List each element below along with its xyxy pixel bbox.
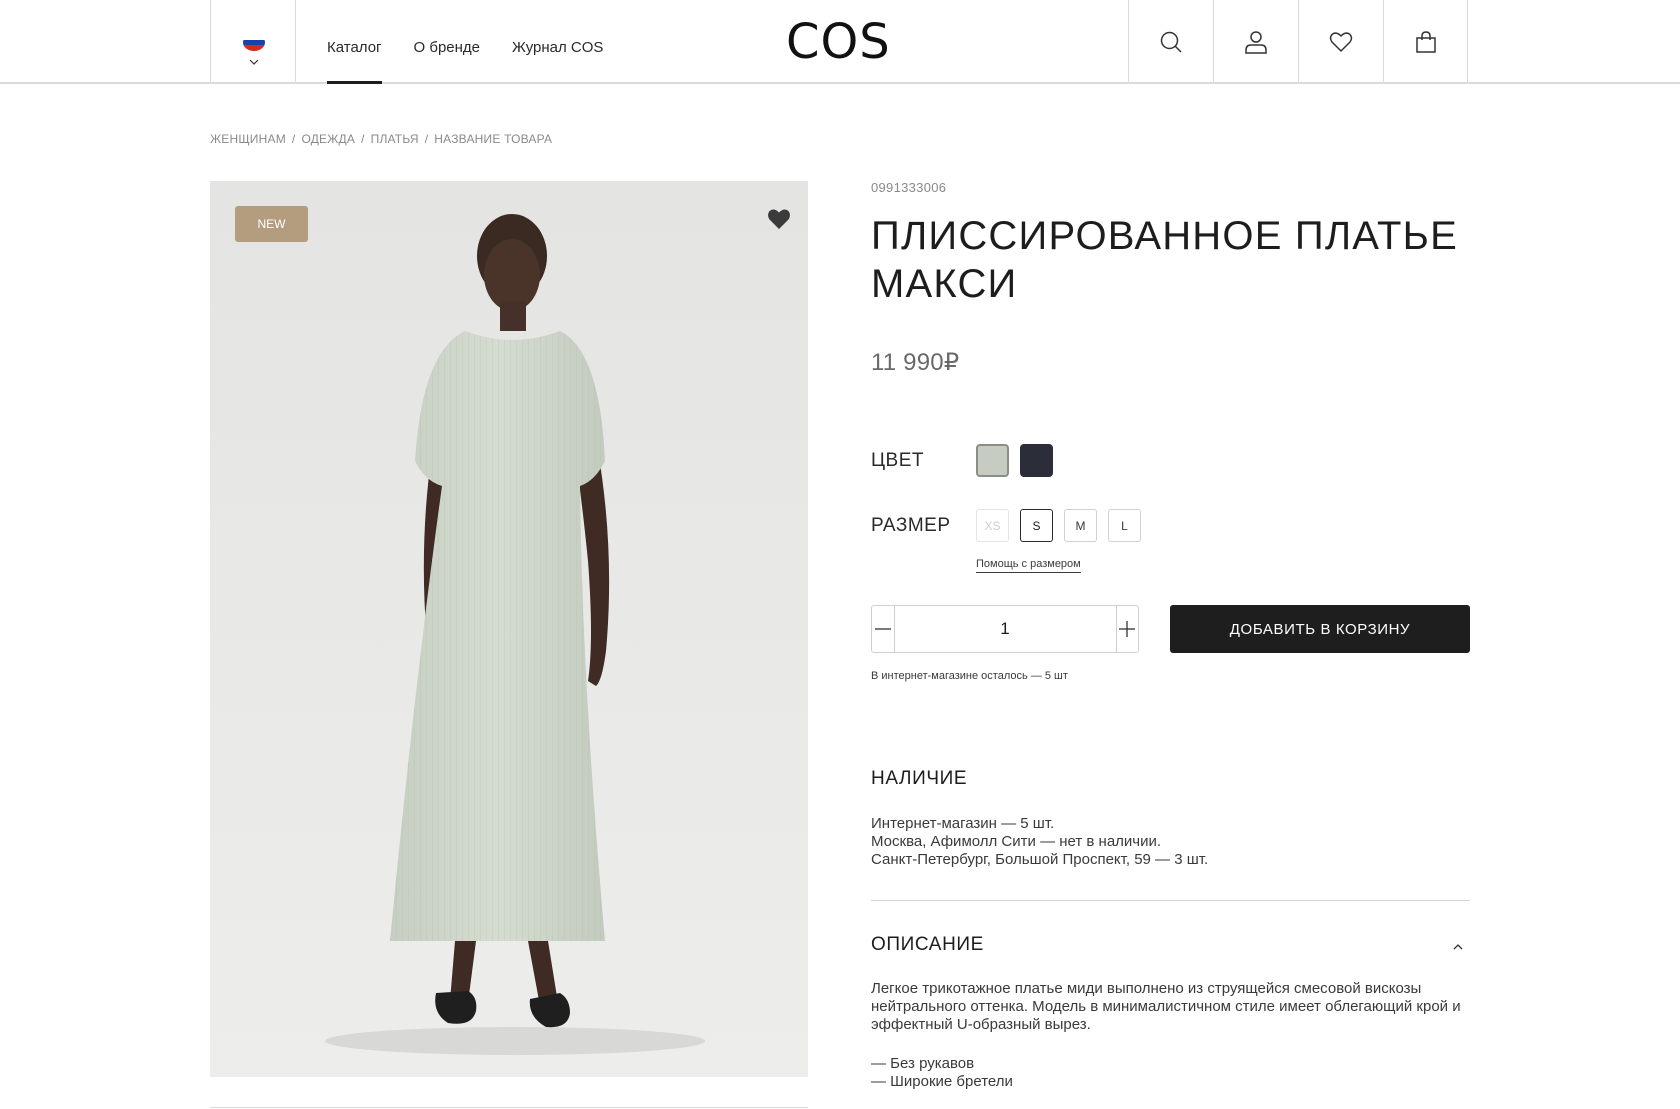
size-option-xs[interactable]: XS: [976, 509, 1009, 542]
add-to-cart-button[interactable]: ДОБАВИТЬ В КОРЗИНУ: [1170, 605, 1470, 653]
stock-note: В интернет-магазине осталось — 5 шт: [871, 670, 1068, 682]
bag-icon: [1415, 31, 1436, 53]
size-option-l[interactable]: L: [1108, 509, 1141, 542]
description-bullets: — Без рукавов — Широкие бретели: [871, 1055, 1013, 1091]
russia-flag-icon: [243, 34, 265, 51]
cart-button[interactable]: [1383, 0, 1468, 84]
quantity-increase-button[interactable]: [1115, 606, 1139, 652]
size-option-s[interactable]: S: [1020, 509, 1053, 542]
size-label: РАЗМЕР: [871, 515, 951, 536]
wishlist-button[interactable]: [1298, 0, 1383, 84]
main-nav: Каталог О бренде Журнал COS: [327, 0, 635, 84]
description-title[interactable]: ОПИСАНИЕ: [871, 934, 984, 956]
nav-item-catalog[interactable]: Каталог: [327, 0, 382, 84]
add-to-wishlist-heart-icon[interactable]: [766, 206, 792, 232]
site-header: Каталог О бренде Журнал COS COS: [0, 0, 1680, 84]
product-sku: 0991333006: [871, 180, 947, 195]
availability-line: Интернет-магазин — 5 шт.: [871, 815, 1055, 832]
minus-icon: [874, 628, 891, 630]
plus-icon: [1119, 621, 1136, 637]
product-title: ПЛИССИРОВАННОЕ ПЛАТЬЕ МАКСИ: [871, 214, 1459, 306]
availability-line: Санкт-Петербург, Большой Проспект, 59 — …: [871, 851, 1209, 868]
new-badge: NEW: [235, 206, 308, 242]
chevron-up-icon[interactable]: [1451, 940, 1465, 954]
account-button[interactable]: [1213, 0, 1298, 84]
size-option-m[interactable]: M: [1064, 509, 1097, 542]
description-text: Легкое трикотажное платье миди выполнено…: [871, 980, 1461, 1033]
breadcrumb-dresses[interactable]: ПЛАТЬЯ: [371, 132, 419, 146]
nav-item-journal[interactable]: Журнал COS: [512, 0, 603, 84]
nav-item-about-brand[interactable]: О бренде: [414, 0, 481, 84]
quantity-stepper: [871, 605, 1139, 653]
dress-model-illustration: [210, 181, 808, 1077]
heart-icon: [1329, 32, 1353, 52]
quantity-input[interactable]: [894, 606, 1116, 652]
color-swatch-sage[interactable]: [976, 444, 1009, 477]
availability-title: НАЛИЧИЕ: [871, 768, 968, 789]
quantity-decrease-button[interactable]: [872, 606, 895, 652]
availability-line: Москва, Афимолл Сити — нет в наличии.: [871, 833, 1162, 850]
breadcrumb-women[interactable]: ЖЕНЩИНАМ: [210, 132, 286, 146]
breadcrumb: ЖЕНЩИНАМ / ОДЕЖДА / ПЛАТЬЯ / НАЗВАНИЕ ТО…: [210, 132, 553, 146]
country-selector[interactable]: [210, 0, 296, 84]
chevron-down-icon: [249, 59, 259, 65]
size-help-link[interactable]: Помощь с размером: [976, 558, 1081, 573]
product-price: 11 990₽: [871, 349, 960, 376]
breadcrumb-clothing[interactable]: ОДЕЖДА: [301, 132, 355, 146]
brand-logo[interactable]: COS: [786, 14, 891, 70]
search-button[interactable]: [1128, 0, 1213, 84]
color-swatch-navy[interactable]: [1020, 444, 1053, 477]
breadcrumb-current-product: НАЗВАНИЕ ТОВАРА: [434, 132, 553, 146]
section-divider: [871, 900, 1470, 901]
search-icon: [1160, 31, 1182, 53]
description-bullet: — Широкие бретели: [871, 1073, 1013, 1090]
color-label: ЦВЕТ: [871, 450, 925, 471]
image-divider: [210, 1107, 808, 1108]
description-bullet: — Без рукавов: [871, 1055, 975, 1072]
availability-list: Интернет-магазин — 5 шт. Москва, Афимолл…: [871, 815, 1208, 869]
product-image[interactable]: NEW: [210, 181, 808, 1077]
user-icon: [1245, 31, 1267, 54]
